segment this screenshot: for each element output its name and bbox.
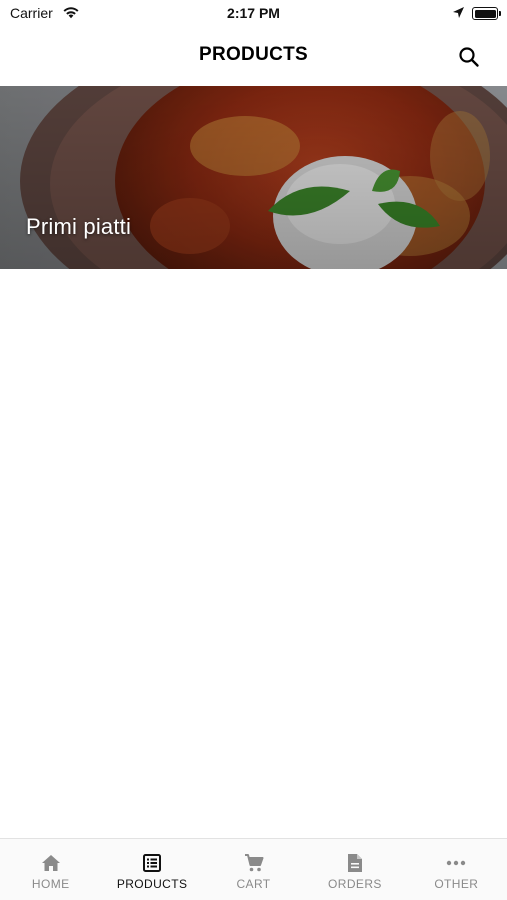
tab-other-label: OTHER — [434, 877, 479, 891]
document-icon — [345, 853, 365, 873]
navigation-bar: PRODUCTS — [0, 28, 507, 86]
tab-other[interactable]: OTHER — [406, 839, 507, 900]
page-title: PRODUCTS — [198, 44, 308, 65]
cart-icon — [244, 853, 264, 873]
battery-icon — [472, 7, 498, 20]
battery-cap — [499, 11, 501, 16]
tab-bar: HOME PRODUCTS CART ORDERS OTHER — [0, 838, 507, 900]
list-icon — [142, 853, 162, 873]
tab-home[interactable]: HOME — [0, 839, 101, 900]
more-icon — [446, 853, 466, 873]
search-button[interactable] — [454, 42, 484, 72]
category-label: Primi piatti — [26, 214, 132, 239]
tab-cart-label: CART — [236, 877, 271, 891]
tab-cart[interactable]: CART — [203, 839, 304, 900]
search-icon — [459, 47, 479, 67]
status-bar: Carrier 2:17 PM — [0, 0, 507, 28]
tab-orders[interactable]: ORDERS — [304, 839, 405, 900]
home-icon — [41, 853, 61, 873]
tab-products-label: PRODUCTS — [116, 877, 188, 891]
tab-home-label: HOME — [31, 877, 70, 891]
category-card-primi-piatti[interactable]: Primi piatti — [0, 86, 507, 269]
clock: 2:17 PM — [227, 5, 280, 21]
tab-orders-label: ORDERS — [328, 877, 382, 891]
location-arrow-icon — [453, 7, 464, 18]
image-overlay — [0, 86, 507, 269]
tab-products[interactable]: PRODUCTS — [101, 839, 202, 900]
